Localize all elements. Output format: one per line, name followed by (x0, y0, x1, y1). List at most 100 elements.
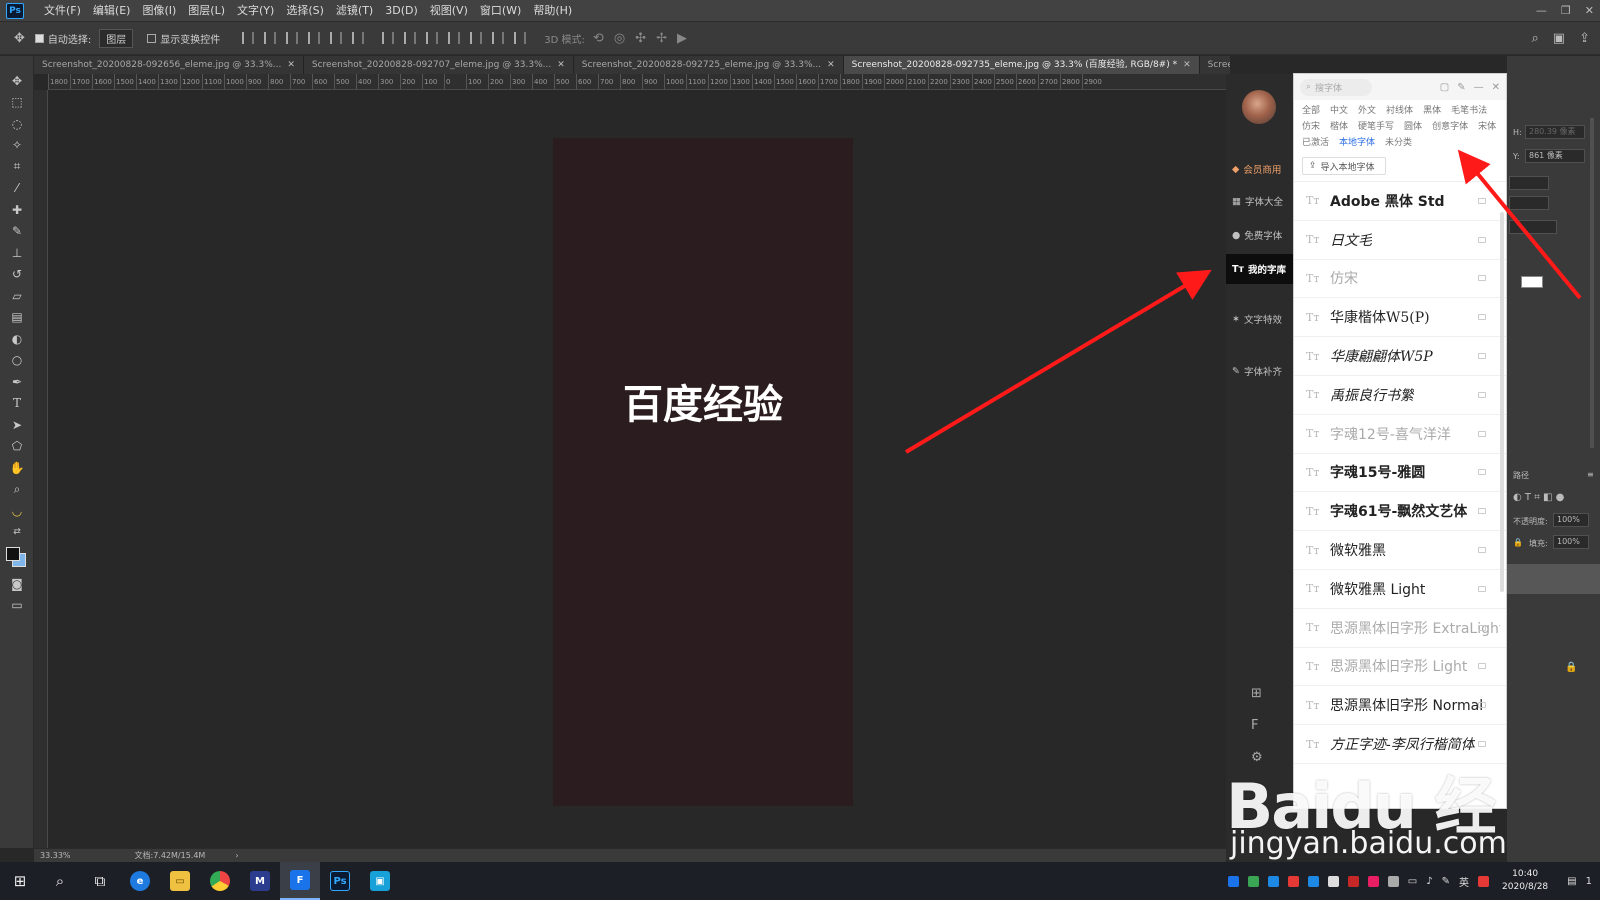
3d-roll-icon[interactable]: ◎ (614, 31, 625, 46)
font-category-tab[interactable]: 未分类 (1385, 137, 1412, 149)
lasso-tool-icon[interactable]: ◌ (0, 113, 34, 135)
tab-document-active[interactable]: Screenshot_20200828-092735_eleme.jpg @ 3… (843, 56, 1200, 74)
menu-window[interactable]: 窗口(W) (474, 0, 527, 21)
tray-font-icon[interactable] (1227, 875, 1239, 887)
gradient-tool-icon[interactable]: ▤ (0, 307, 34, 329)
font-list-item[interactable]: Tт 字魂61号-飘然文艺体 (1294, 492, 1506, 532)
path-select-tool-icon[interactable]: ➤ (0, 414, 34, 436)
font-list-item[interactable]: Tт 微软雅黑 Light (1294, 570, 1506, 609)
avatar[interactable] (1242, 90, 1276, 124)
font-preview-icon[interactable] (1478, 391, 1486, 398)
search-icon[interactable]: ⌕ (1532, 22, 1539, 56)
dodge-tool-icon[interactable]: ○ (0, 350, 34, 372)
distribute-left-icon[interactable] (448, 32, 461, 44)
height-field[interactable]: 280.39 像素 (1525, 125, 1585, 139)
sidebar-item-text-effects[interactable]: ✶ 文字特效 (1226, 304, 1293, 334)
blur-tool-icon[interactable]: ◐ (0, 328, 34, 350)
distribute-bottom-icon[interactable] (426, 32, 439, 44)
close-icon[interactable]: ✕ (827, 60, 835, 70)
y-field[interactable]: 861 像素 (1525, 149, 1585, 163)
auto-select-checkbox[interactable] (34, 33, 44, 43)
restore-icon[interactable]: ❐ (1561, 0, 1571, 21)
menu-3d[interactable]: 3D(D) (379, 0, 424, 21)
font-list-item[interactable]: Tт 仿宋 (1294, 260, 1506, 299)
chrome-icon[interactable] (200, 862, 240, 900)
type-tool-icon[interactable]: T (0, 393, 34, 415)
font-category-tab[interactable]: 仿宋 (1302, 121, 1320, 133)
workspace-icon[interactable]: ▣ (1553, 22, 1565, 56)
font-category-tab[interactable]: 圆体 (1404, 121, 1422, 133)
font-preview-icon[interactable] (1478, 236, 1486, 243)
marquee-tool-icon[interactable]: ⬚ (0, 92, 34, 114)
right-panel-scrollbar[interactable] (1590, 118, 1594, 448)
tab-document[interactable]: Screenshot_20200828-092725_eleme.jpg @ 3… (573, 56, 844, 74)
paths-tab[interactable]: 路径 (1513, 470, 1529, 481)
pen-tool-icon[interactable]: ✒ (0, 371, 34, 393)
color-swatch[interactable] (1521, 276, 1543, 288)
crop-tool-icon[interactable]: ⌗ (0, 156, 34, 178)
tray-app-icon[interactable] (1367, 875, 1379, 887)
panel-menu-icon[interactable]: ≡ (1587, 470, 1594, 479)
layer-row-selected[interactable] (1507, 564, 1600, 594)
align-left-icon[interactable] (308, 32, 321, 44)
menu-image[interactable]: 图像(I) (136, 0, 182, 21)
menu-select[interactable]: 选择(S) (280, 0, 330, 21)
network-icon[interactable]: ▭ (1408, 876, 1417, 887)
close-icon[interactable]: ✕ (1585, 0, 1594, 21)
document-canvas[interactable]: 百度经验 (553, 138, 853, 806)
photoshop-taskbar-icon[interactable]: Ps (320, 862, 360, 900)
font-preview-icon[interactable] (1478, 585, 1486, 592)
close-icon[interactable]: ✕ (557, 60, 565, 70)
tab-document[interactable]: Screenshot_20200828-092707_eleme.jpg @ 3… (303, 56, 574, 74)
move-tool-icon[interactable]: ✥ (14, 31, 25, 46)
file-explorer-icon[interactable]: ▭ (160, 862, 200, 900)
font-category-tab[interactable]: 创意字体 (1432, 121, 1468, 133)
import-local-font-button[interactable]: ⇪ 导入本地字体 (1302, 157, 1386, 175)
font-list-item[interactable]: Tт 思源黑体旧字形 Light (1294, 648, 1506, 687)
feedback-icon[interactable]: F (1251, 718, 1258, 733)
font-list-item[interactable]: Tт 字魂12号-喜气洋洋 (1294, 415, 1506, 454)
volume-icon[interactable]: ♪ (1426, 876, 1432, 887)
share-icon[interactable]: ⇪ (1579, 22, 1590, 56)
window-icon[interactable]: ▢ (1440, 82, 1449, 93)
align-bottom-icon[interactable] (286, 32, 299, 44)
hand-tool-icon[interactable]: ✋ (0, 457, 34, 479)
property-dropdown[interactable] (1509, 220, 1557, 234)
font-preview-icon[interactable] (1478, 508, 1486, 515)
font-list-item[interactable]: Tт 字魂15号-雅圆 (1294, 454, 1506, 493)
menu-type[interactable]: 文字(Y) (231, 0, 280, 21)
eyedropper-tool-icon[interactable]: ⁄ (0, 178, 34, 200)
close-icon[interactable]: ✕ (1492, 82, 1500, 93)
font-app-icon[interactable]: F (280, 862, 320, 900)
magic-wand-tool-icon[interactable]: ✧ (0, 135, 34, 157)
font-list-item[interactable]: Tт 日文毛 (1294, 221, 1506, 260)
quick-mask-icon[interactable]: ◙ (0, 573, 34, 595)
font-category-tab[interactable]: 已激活 (1302, 137, 1329, 149)
lock-icon[interactable]: 🔒 (1513, 538, 1523, 547)
close-icon[interactable]: ✕ (1183, 60, 1191, 70)
sidebar-item-free-fonts[interactable]: ● 免费字体 (1226, 220, 1293, 250)
distribute-vcenter-icon[interactable] (404, 32, 417, 44)
font-category-tab[interactable]: 本地字体 (1339, 137, 1375, 149)
menu-view[interactable]: 视图(V) (424, 0, 474, 21)
font-preview-icon[interactable] (1478, 314, 1486, 321)
notification-icon[interactable]: ▤ (1567, 876, 1576, 887)
font-category-tab[interactable]: 全部 (1302, 105, 1320, 117)
opacity-field[interactable]: 100% (1553, 513, 1589, 527)
auto-align-icon[interactable] (514, 32, 527, 44)
tray-app-icon[interactable] (1387, 875, 1399, 887)
tray-app-icon[interactable] (1347, 875, 1359, 887)
font-preview-icon[interactable] (1478, 197, 1486, 204)
font-preview-icon[interactable] (1478, 353, 1486, 360)
layer-filter-icons[interactable]: ◐ T ⌗ ◧ ● (1513, 492, 1564, 503)
font-list-item[interactable]: Tт 思源黑体旧字形 Normal (1294, 686, 1506, 726)
brush-tool-icon[interactable]: ✎ (0, 221, 34, 243)
zoom-tool-icon[interactable]: ⌕ (0, 479, 34, 501)
font-preview-icon[interactable] (1478, 663, 1486, 670)
status-arrow-icon[interactable]: › (235, 851, 238, 860)
menu-help[interactable]: 帮助(H) (527, 0, 578, 21)
sidebar-item-all-fonts[interactable]: ▦ 字体大全 (1226, 186, 1293, 216)
font-preview-icon[interactable] (1478, 741, 1486, 748)
screenshot-app-icon[interactable]: ▣ (360, 862, 400, 900)
font-preview-icon[interactable] (1478, 275, 1486, 282)
